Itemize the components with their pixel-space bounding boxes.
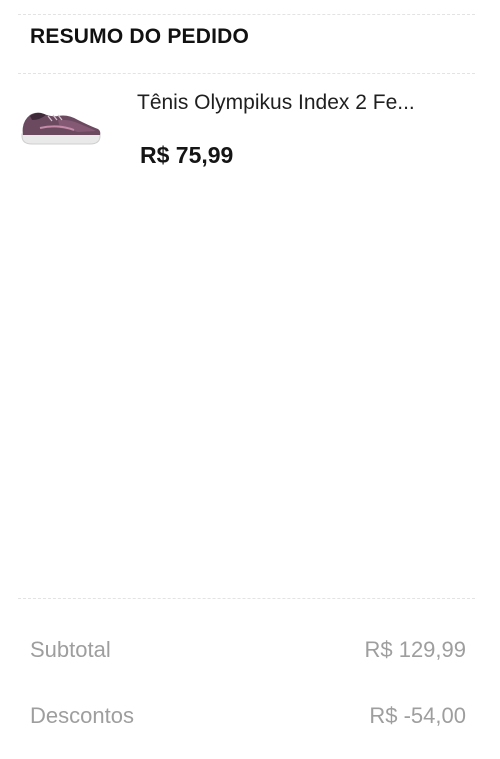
top-divider (18, 14, 475, 15)
subtotal-row: Subtotal R$ 129,99 (30, 637, 466, 663)
totals-divider (18, 598, 475, 599)
sneaker-icon (21, 112, 101, 145)
header-divider (18, 73, 475, 74)
discount-row: Descontos R$ -54,00 (30, 703, 466, 729)
product-thumbnail[interactable] (18, 98, 104, 154)
subtotal-label: Subtotal (30, 637, 111, 662)
product-name[interactable]: Tênis Olympikus Index 2 Fe... (137, 91, 415, 115)
order-summary-title: RESUMO DO PEDIDO (30, 25, 250, 48)
discount-value: R$ -54,00 (369, 703, 466, 728)
product-price: R$ 75,99 (140, 142, 234, 168)
discount-label: Descontos (30, 703, 134, 728)
subtotal-value: R$ 129,99 (364, 637, 466, 662)
